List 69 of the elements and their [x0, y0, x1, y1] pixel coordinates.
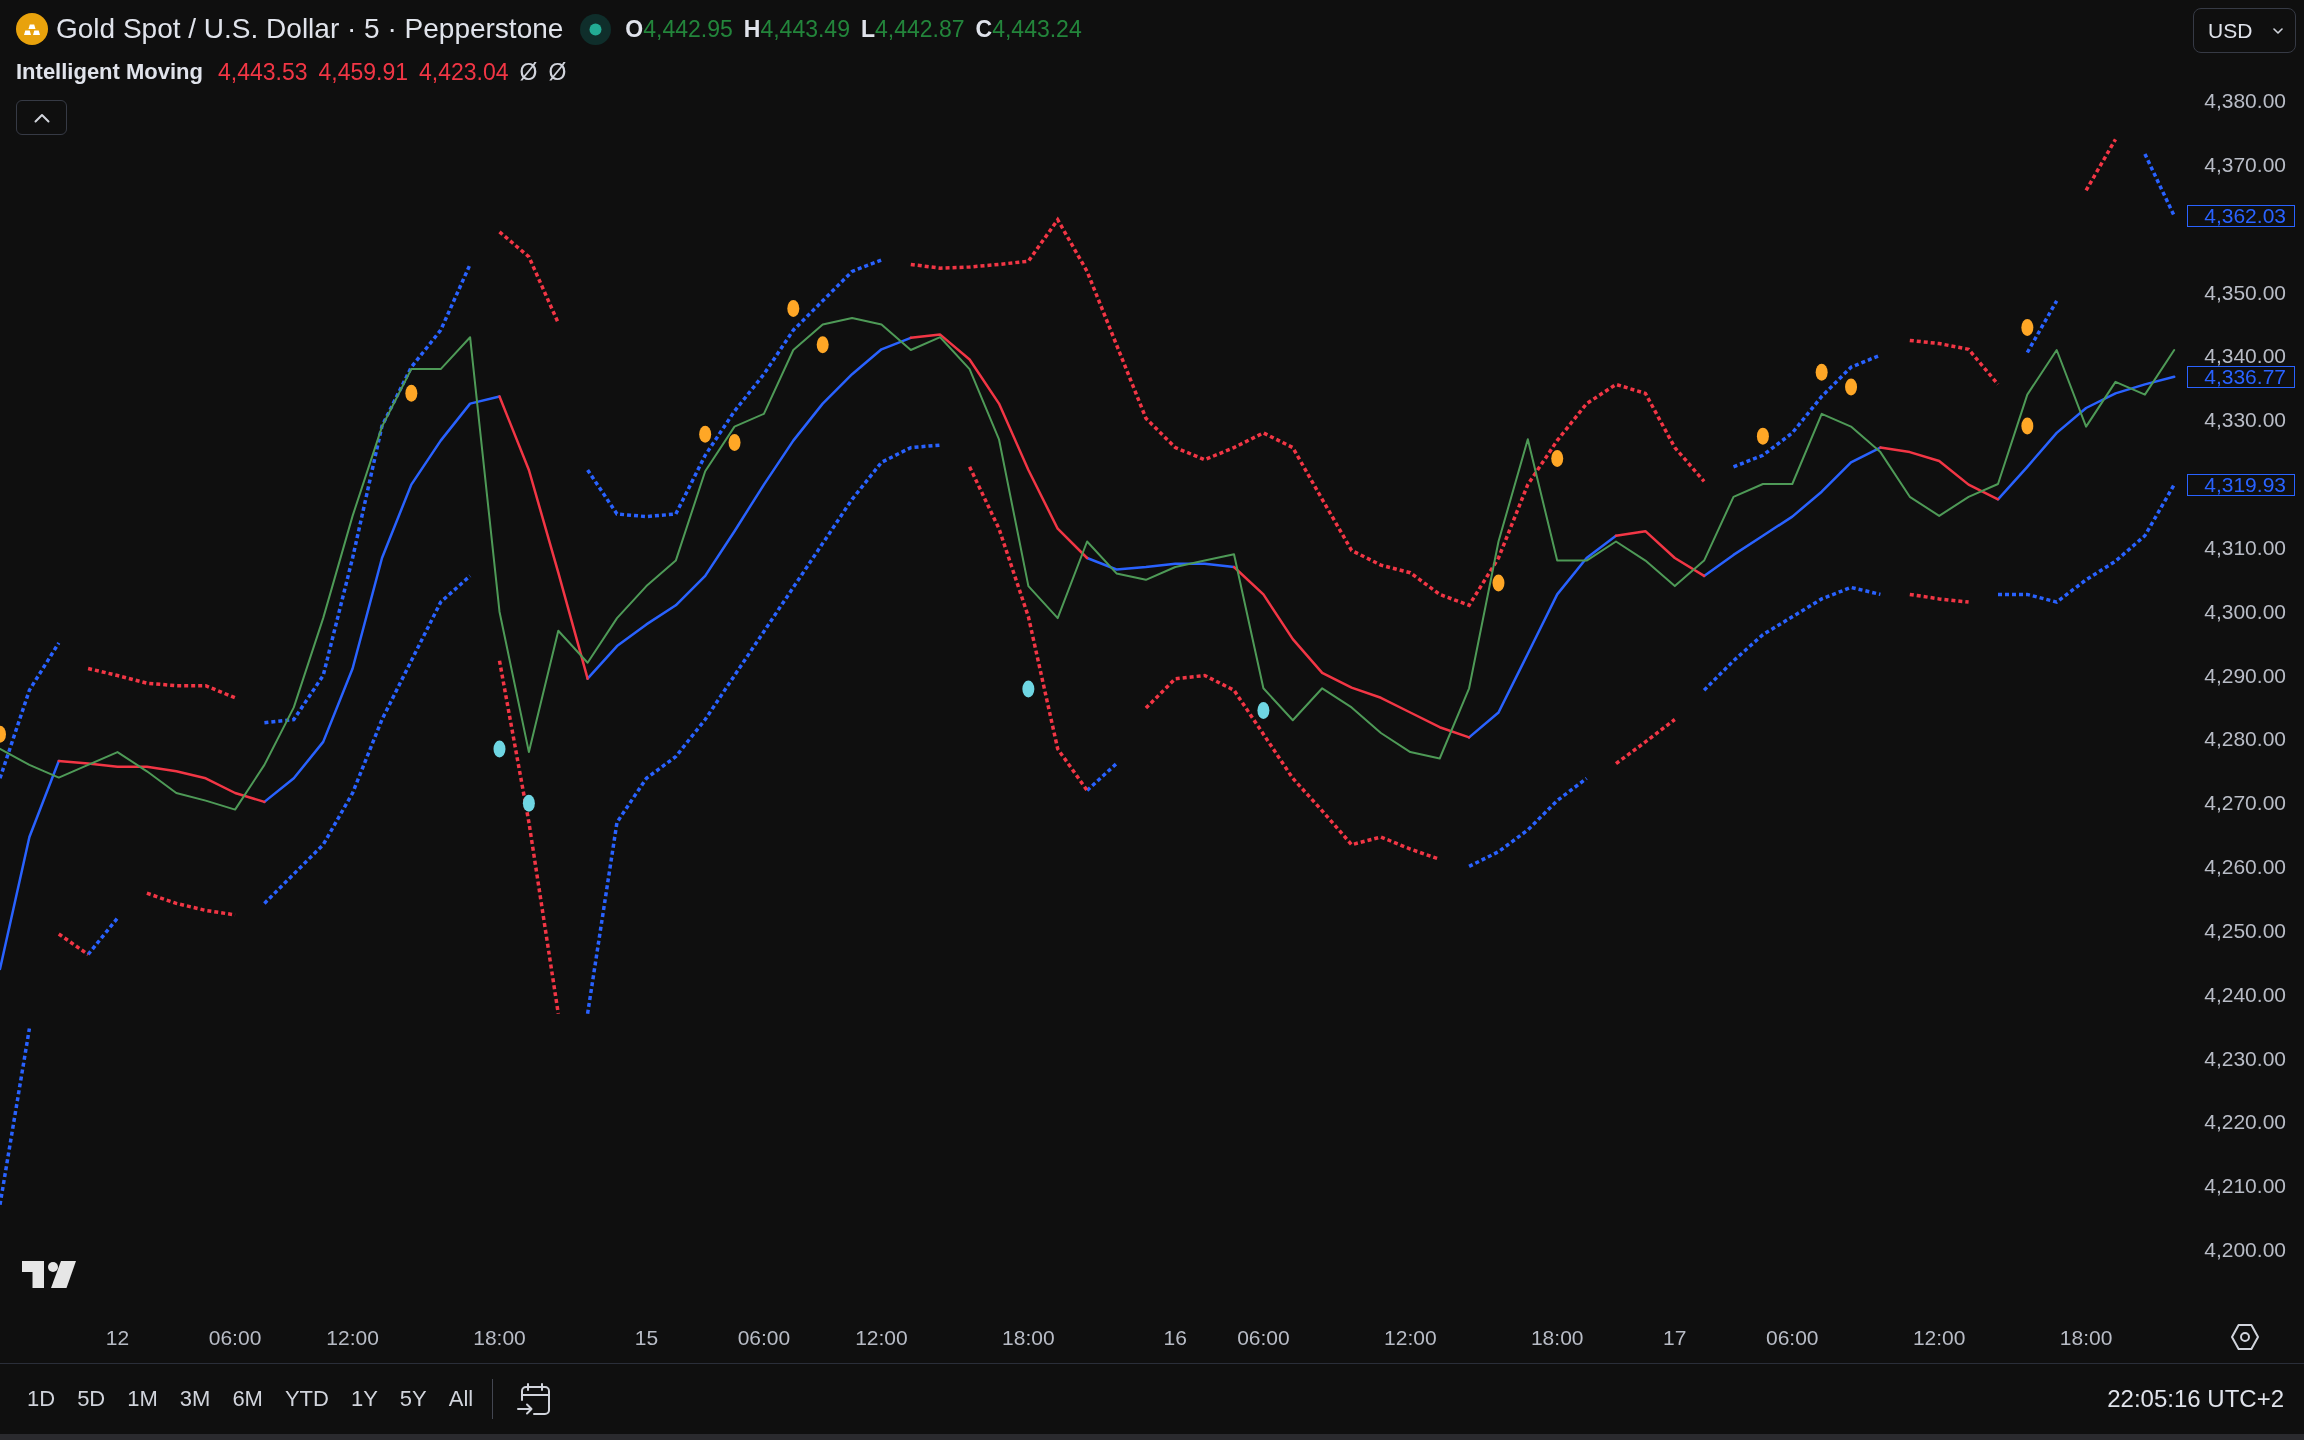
price-axis-label: 4,280.00 [2204, 729, 2286, 750]
time-axis-label: 18:00 [2059, 1327, 2113, 1349]
settings-icon[interactable] [2231, 1323, 2259, 1350]
time-axis-label: 06:00 [1237, 1327, 1290, 1349]
indicator-value: Ø [519, 58, 538, 86]
time-axis-label: 18:00 [1530, 1327, 1584, 1349]
price-axis-label: 4,340.00 [2204, 346, 2286, 367]
price-axis-label: 4,210.00 [2204, 1176, 2286, 1197]
time-axis-label: 17 [1663, 1327, 1687, 1349]
price-axis-label: 4,230.00 [2204, 1048, 2286, 1069]
price-axis-label: 4,330.00 [2204, 410, 2286, 431]
time-axis-label: 06:00 [208, 1327, 262, 1349]
time-axis-label: 12:00 [1384, 1327, 1437, 1349]
time-axis-label: 06:00 [1766, 1327, 1819, 1349]
ohlc-label: H [743, 15, 761, 43]
price-axis-label: 4,220.00 [2204, 1112, 2286, 1133]
price-axis-label: 4,270.00 [2204, 793, 2286, 814]
currency-dropdown[interactable]: USD [2193, 8, 2296, 53]
ohlc-label: O [625, 15, 644, 43]
time-axis-label: 12:00 [1912, 1327, 1966, 1349]
caret-icon [33, 112, 50, 123]
range-button[interactable]: 3M [173, 1382, 217, 1416]
indicator-value: 4,459.91 [318, 58, 409, 86]
ohlc-value: 4,442.95 [643, 15, 733, 43]
price-axis-label: 4,250.00 [2204, 920, 2286, 941]
time-axis-label: 16 [1163, 1327, 1187, 1349]
price-axis-label: 4,310.00 [2204, 537, 2286, 558]
price-axis-label: 4,260.00 [2204, 857, 2286, 877]
time-axis-label: 12:00 [326, 1327, 379, 1349]
indicator-value: Ø [548, 58, 567, 86]
time-axis-label: 18:00 [1002, 1327, 1055, 1349]
clock-text: 22:05:16 UTC+2 [2107, 1385, 2284, 1413]
ohlc-value: 4,442.87 [875, 15, 965, 43]
range-button[interactable]: All [442, 1382, 480, 1416]
ohlc-value: 4,443.24 [992, 15, 1082, 43]
logo-icon[interactable] [22, 1260, 76, 1288]
price-axis-label: 4,200.00 [2204, 1240, 2286, 1260]
range-button[interactable]: 1Y [344, 1382, 384, 1416]
symbol-title[interactable]: Gold Spot / U.S. Dollar · 5 · Pepperstone [56, 13, 564, 45]
range-button[interactable]: 6M [226, 1382, 269, 1416]
last-value-label: 4,336.77 [2187, 365, 2295, 388]
range-button[interactable]: 5Y [393, 1382, 433, 1416]
price-axis-label: 4,350.00 [2204, 282, 2286, 303]
last-value-label: 4,319.93 [2187, 473, 2295, 496]
price-axis-label: 4,370.00 [2204, 154, 2286, 175]
last-value-label: 4,362.03 [2187, 204, 2295, 227]
price-axis-label: 4,290.00 [2204, 665, 2286, 686]
time-axis-label: 18:00 [473, 1327, 526, 1349]
caret-icon [2273, 27, 2283, 34]
ohlc-value: 4,443.49 [760, 15, 850, 43]
coin-icon [16, 13, 48, 45]
time-axis-label: 12 [105, 1327, 130, 1349]
price-axis-label: 4,380.00 [2204, 91, 2286, 111]
indicator-name[interactable]: Intelligent Moving [16, 59, 203, 85]
range-button[interactable]: 1M [121, 1382, 164, 1416]
indicator-value: 4,443.53 [218, 58, 308, 86]
range-button[interactable]: YTD [278, 1382, 335, 1416]
range-button[interactable]: 1D [21, 1382, 62, 1416]
ohlc-label: C [975, 15, 993, 43]
collapse-button[interactable] [16, 100, 67, 135]
ohlc-label: L [860, 15, 875, 43]
time-axis-label: 15 [634, 1327, 659, 1349]
price-axis-label: 4,300.00 [2204, 601, 2286, 622]
price-axis-label: 4,240.00 [2204, 984, 2286, 1005]
time-axis-label: 12:00 [855, 1327, 908, 1349]
time-axis-label: 06:00 [737, 1327, 791, 1349]
range-button[interactable]: 5D [71, 1382, 112, 1416]
calendar-icon [517, 1382, 552, 1416]
indicator-value: 4,423.04 [419, 58, 509, 86]
